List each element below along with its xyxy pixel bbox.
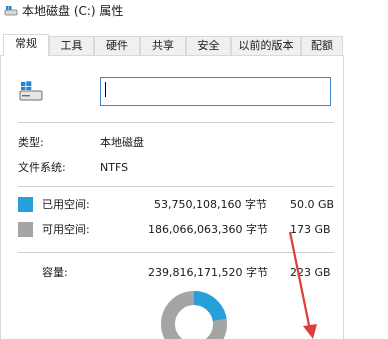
tab-tools[interactable]: 工具 bbox=[49, 36, 94, 55]
tab-previous-versions[interactable]: 以前的版本 bbox=[231, 36, 301, 55]
capacity-label: 容量: bbox=[42, 266, 68, 279]
tab-security[interactable]: 安全 bbox=[186, 36, 231, 55]
type-value: 本地磁盘 bbox=[100, 136, 144, 149]
free-space-label: 可用空间: bbox=[42, 223, 90, 236]
used-space-size: 50.0 GB bbox=[290, 198, 335, 211]
annotation-arrow bbox=[288, 231, 317, 339]
tab-strip: 常规 工具 硬件 共享 安全 以前的版本 配额 bbox=[0, 34, 388, 56]
filesystem-label: 文件系统: bbox=[18, 161, 66, 174]
filesystem-value: NTFS bbox=[100, 161, 129, 174]
separator-top bbox=[18, 122, 334, 123]
drive-icon bbox=[4, 6, 18, 16]
window-title: 本地磁盘 (C:) 属性 bbox=[22, 4, 124, 18]
separator-middle bbox=[18, 186, 334, 187]
free-space-bytes: 186,066,063,360 字节 bbox=[148, 223, 268, 236]
tab-hardware[interactable]: 硬件 bbox=[94, 36, 140, 55]
free-space-swatch bbox=[18, 222, 33, 237]
type-label: 类型: bbox=[18, 136, 44, 149]
title-bar: 本地磁盘 (C:) 属性 bbox=[0, 0, 388, 24]
capacity-bytes: 239,816,171,520 字节 bbox=[148, 266, 268, 279]
donut-used-segment bbox=[193, 291, 227, 322]
usage-donut-chart bbox=[161, 291, 227, 339]
text-caret bbox=[105, 82, 106, 97]
used-space-bytes: 53,750,108,160 字节 bbox=[154, 198, 267, 211]
volume-label-input[interactable] bbox=[100, 77, 331, 106]
used-space-swatch bbox=[18, 197, 33, 212]
used-space-label: 已用空间: bbox=[42, 198, 90, 211]
tab-general[interactable]: 常规 bbox=[3, 34, 49, 56]
hard-drive-windows-icon bbox=[19, 81, 43, 101]
tab-quota[interactable]: 配额 bbox=[301, 36, 343, 55]
tab-sharing[interactable]: 共享 bbox=[140, 36, 186, 55]
